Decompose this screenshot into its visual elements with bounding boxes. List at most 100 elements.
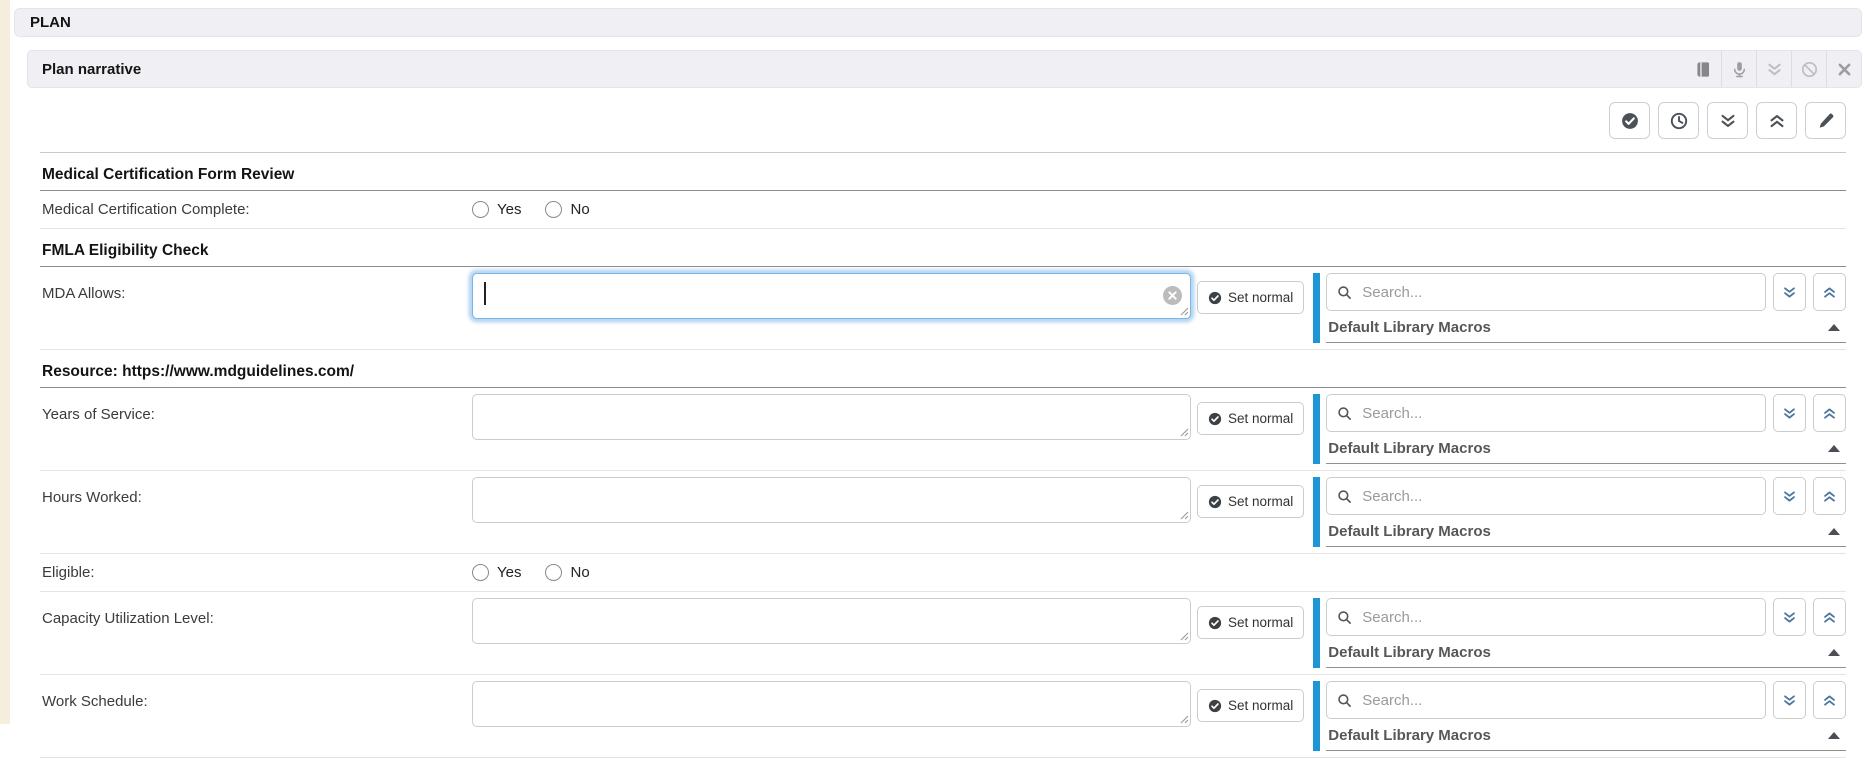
set-normal-button[interactable]: Set normal	[1197, 689, 1304, 722]
macros-collapse-button[interactable]	[1813, 681, 1846, 719]
clear-field-icon[interactable]	[1163, 286, 1182, 305]
microphone-icon[interactable]	[1721, 51, 1756, 87]
macro-accent-bar	[1313, 394, 1320, 464]
macros-expand-button[interactable]	[1773, 477, 1806, 515]
radio-option-yes[interactable]: Yes	[472, 201, 521, 218]
edit-button[interactable]	[1805, 102, 1846, 139]
macro-panel: Default Library Macros	[1313, 477, 1846, 547]
radio-circle-icon	[545, 564, 562, 581]
double-chevron-up-icon	[1768, 112, 1786, 130]
macro-search-input[interactable]	[1360, 691, 1755, 710]
macros-expand-button[interactable]	[1773, 681, 1806, 719]
field-label: Years of Service:	[42, 394, 472, 423]
double-chevron-down-icon	[1782, 285, 1797, 300]
double-chevron-up-icon	[1822, 285, 1837, 300]
macro-body: Default Library Macros	[1326, 394, 1846, 464]
macro-body: Default Library Macros	[1326, 598, 1846, 668]
expand-all-button[interactable]	[1707, 102, 1748, 139]
macros-group-header[interactable]: Default Library Macros	[1326, 515, 1846, 547]
plan-narrative-header[interactable]: Plan narrative	[27, 50, 1862, 88]
double-chevron-down-icon	[1782, 610, 1797, 625]
macro-panel: Default Library Macros	[1313, 681, 1846, 751]
section-resource: Resource: https://www.mdguidelines.com/ …	[40, 350, 1846, 758]
field-row-mda-allows: MDA Allows: Set normal	[40, 267, 1846, 350]
radio-option-no[interactable]: No	[545, 201, 589, 218]
field-textarea[interactable]	[472, 598, 1191, 644]
radio-label: No	[570, 201, 589, 218]
macro-search-row	[1326, 394, 1846, 432]
mark-complete-button[interactable]	[1609, 102, 1650, 139]
macro-search-input[interactable]	[1360, 283, 1755, 302]
macro-search-input[interactable]	[1360, 404, 1755, 423]
set-normal-button[interactable]: Set normal	[1197, 606, 1304, 639]
collapse-caret-icon	[1828, 649, 1840, 656]
macros-group-header[interactable]: Default Library Macros	[1326, 432, 1846, 464]
collapse-panel-icon[interactable]	[1756, 51, 1791, 87]
panel-header-toolbar	[1686, 51, 1861, 87]
macro-search-row	[1326, 681, 1846, 719]
collapse-all-button[interactable]	[1756, 102, 1797, 139]
radio-circle-icon	[545, 201, 562, 218]
search-icon	[1337, 693, 1352, 708]
field-label: Eligible:	[42, 564, 472, 581]
double-chevron-down-icon	[1782, 489, 1797, 504]
set-normal-button[interactable]: Set normal	[1197, 485, 1304, 518]
ban-icon[interactable]	[1791, 51, 1826, 87]
radio-option-yes[interactable]: Yes	[472, 564, 521, 581]
macros-expand-button[interactable]	[1773, 598, 1806, 636]
set-normal-button[interactable]: Set normal	[1197, 402, 1304, 435]
close-icon[interactable]	[1826, 51, 1861, 87]
section-medical-certification-review: Medical Certification Form Review Medica…	[40, 153, 1846, 229]
textarea-wrapper	[472, 273, 1191, 319]
double-chevron-down-icon	[1782, 406, 1797, 421]
resize-grip-icon[interactable]	[1179, 306, 1189, 316]
history-button[interactable]	[1658, 102, 1699, 139]
field-textarea[interactable]	[472, 273, 1191, 319]
pencil-icon	[1817, 112, 1835, 130]
set-normal-button[interactable]: Set normal	[1197, 281, 1304, 314]
set-normal-label: Set normal	[1228, 290, 1293, 305]
resize-grip-icon[interactable]	[1179, 631, 1189, 641]
resize-grip-icon[interactable]	[1179, 427, 1189, 437]
macro-search-row	[1326, 273, 1846, 311]
macros-expand-button[interactable]	[1773, 394, 1806, 432]
macro-accent-bar	[1313, 681, 1320, 751]
macro-body: Default Library Macros	[1326, 681, 1846, 751]
field-textarea[interactable]	[472, 477, 1191, 523]
resize-grip-icon[interactable]	[1179, 714, 1189, 724]
book-icon[interactable]	[1686, 51, 1721, 87]
plan-section-header[interactable]: PLAN	[14, 8, 1862, 37]
macro-search-box	[1326, 681, 1766, 719]
textarea-wrapper	[472, 394, 1191, 440]
field-label: Hours Worked:	[42, 477, 472, 506]
radio-circle-icon	[472, 564, 489, 581]
macros-collapse-button[interactable]	[1813, 394, 1846, 432]
radio-option-no[interactable]: No	[545, 564, 589, 581]
double-chevron-up-icon	[1822, 406, 1837, 421]
field-textarea[interactable]	[472, 394, 1191, 440]
search-icon	[1337, 406, 1352, 421]
set-normal-label: Set normal	[1228, 615, 1293, 630]
macros-collapse-button[interactable]	[1813, 598, 1846, 636]
macro-search-input[interactable]	[1360, 487, 1755, 506]
macros-collapse-button[interactable]	[1813, 273, 1846, 311]
macro-panel: Default Library Macros	[1313, 394, 1846, 464]
field-row-years-of-service: Years of Service: Set normal	[40, 388, 1846, 471]
field-label: MDA Allows:	[42, 273, 472, 302]
resize-grip-icon[interactable]	[1179, 510, 1189, 520]
check-circle-icon	[1208, 412, 1222, 426]
plan-title: PLAN	[30, 14, 71, 31]
narrative-toolbar	[27, 88, 1862, 139]
search-icon	[1337, 610, 1352, 625]
macro-search-input[interactable]	[1360, 608, 1755, 627]
macros-group-header[interactable]: Default Library Macros	[1326, 636, 1846, 668]
field-row-eligible: Eligible: Yes No	[40, 554, 1846, 592]
textarea-wrapper	[472, 598, 1191, 644]
macros-expand-button[interactable]	[1773, 273, 1806, 311]
macros-collapse-button[interactable]	[1813, 477, 1846, 515]
macro-accent-bar	[1313, 477, 1320, 547]
textarea-wrapper	[472, 681, 1191, 727]
field-row-capacity-utilization-level: Capacity Utilization Level: Set normal	[40, 592, 1846, 675]
macros-group-header[interactable]: Default Library Macros	[1326, 311, 1846, 343]
field-textarea[interactable]	[472, 681, 1191, 727]
